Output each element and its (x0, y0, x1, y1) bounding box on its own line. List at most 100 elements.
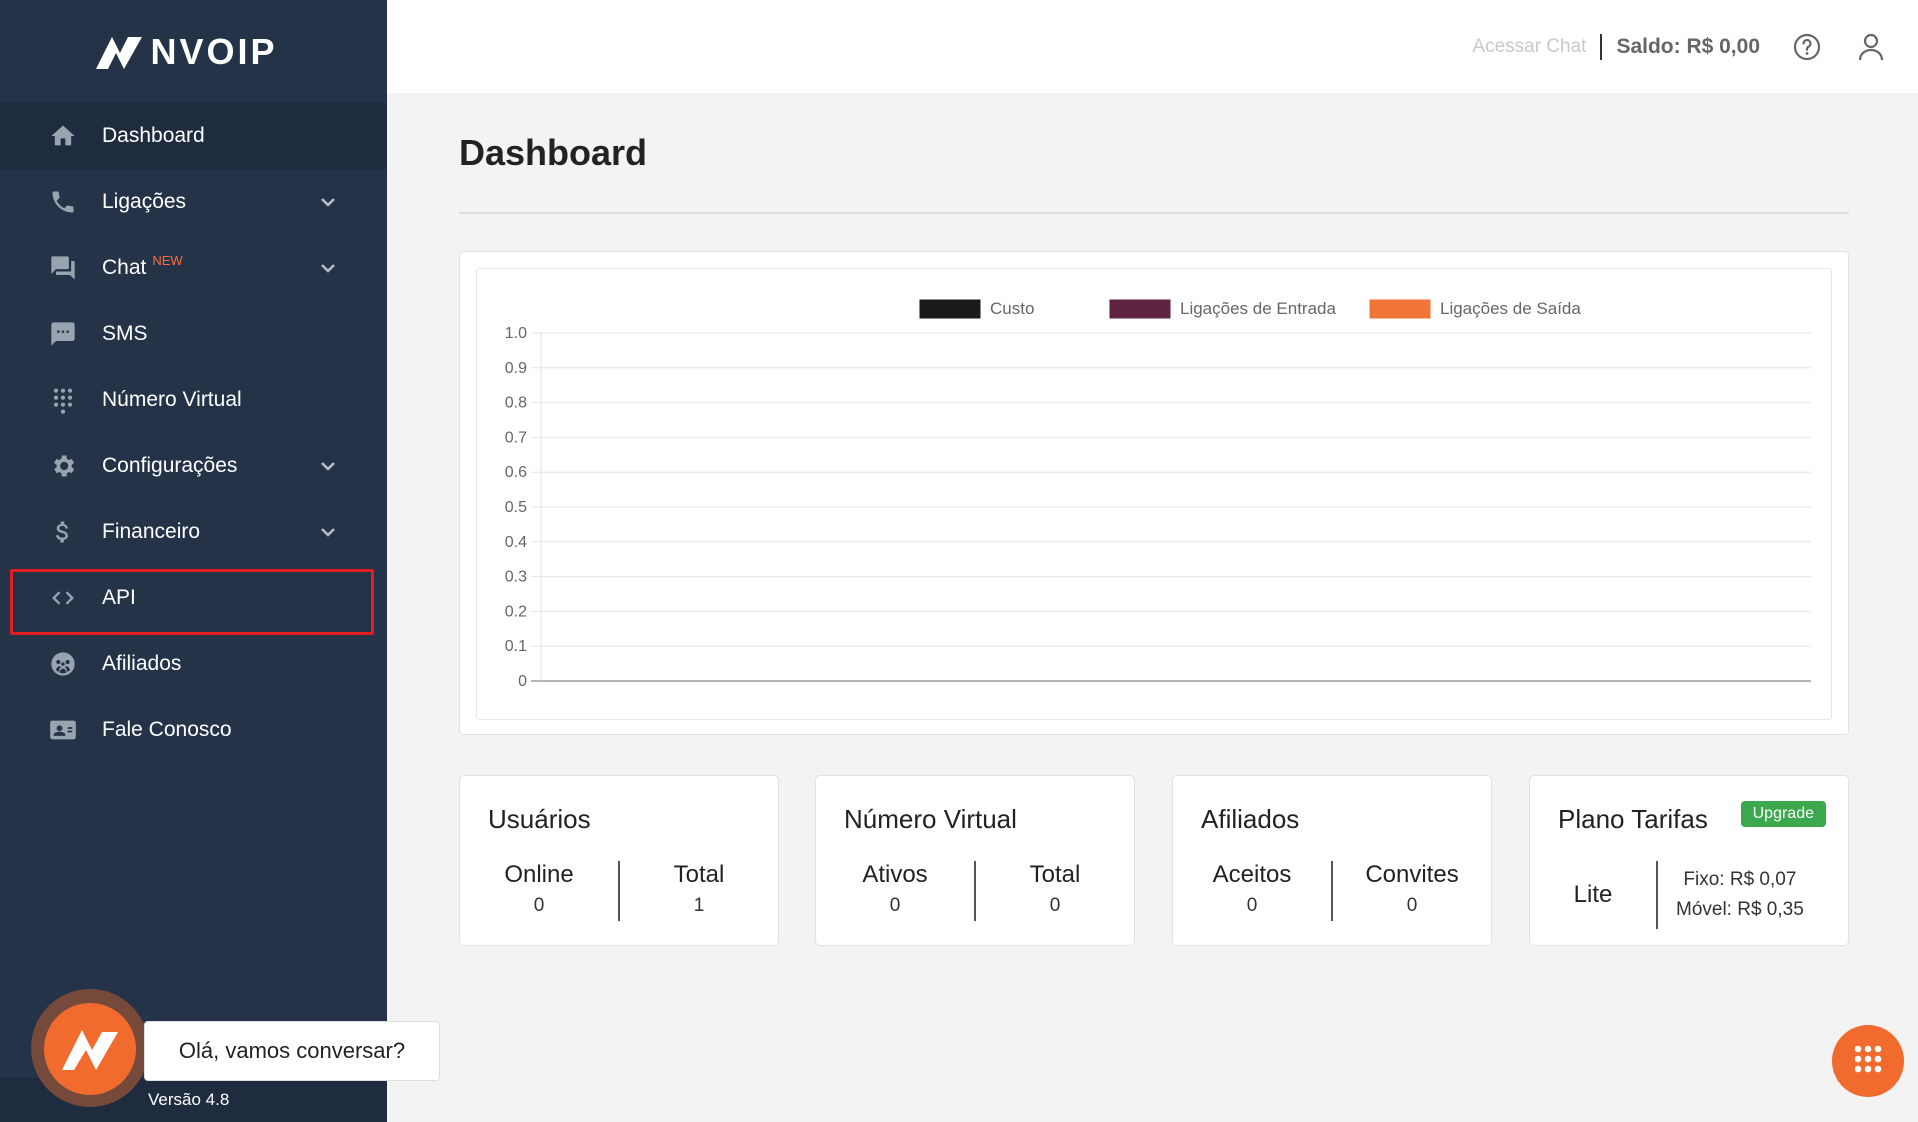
dollar-icon (48, 517, 78, 547)
sidebar-item-configuracoes[interactable]: Configurações (0, 433, 387, 499)
stat-total: Total 0 (974, 861, 1134, 921)
upgrade-button[interactable]: Upgrade (1740, 801, 1826, 827)
dialpad-icon (1854, 1045, 1882, 1073)
stat-label: Online (504, 861, 574, 888)
home-icon (48, 121, 78, 151)
y-tick-label: 0.3 (505, 569, 527, 586)
y-tick-label: 1.0 (505, 325, 527, 342)
topbar: Acessar Chat Saldo: R$ 0,00 (387, 0, 1918, 93)
brand-logo[interactable]: NVOIP (0, 0, 387, 103)
help-icon[interactable] (1790, 30, 1824, 64)
stat-value: 1 (693, 895, 705, 916)
sidebar-item-label: Financeiro (102, 520, 201, 543)
chevron-down-icon (319, 259, 337, 277)
y-tick-label: 0 (518, 673, 527, 690)
sidebar-item-dashboard[interactable]: Dashboard (0, 103, 387, 169)
sidebar-item-numero-virtual[interactable]: Número Virtual (0, 367, 387, 433)
stat-label: Aceitos (1212, 861, 1292, 888)
users-card: Usuários Online 0 Total 1 (459, 775, 779, 946)
landline-rate: Fixo: R$ 0,07 (1683, 869, 1797, 890)
legend-label: Ligações de Entrada (1180, 299, 1336, 318)
y-tick-label: 0.6 (505, 464, 527, 481)
stat-value: 0 (1049, 895, 1061, 916)
y-tick-label: 0.7 (505, 429, 527, 446)
stat-value: 0 (1406, 895, 1418, 916)
stat-label: Convites (1365, 861, 1459, 888)
chevron-down-icon (319, 193, 337, 211)
stat-convites: Convites 0 (1331, 861, 1491, 921)
sidebar-item-label: Fale Conosco (102, 718, 232, 741)
y-tick-label: 0.1 (505, 638, 527, 655)
affiliates-icon (48, 649, 78, 679)
legend-swatch (919, 299, 981, 319)
topbar-divider (1600, 33, 1603, 60)
y-tick-label: 0.9 (505, 360, 527, 377)
balance-label: Saldo: R$ 0,00 (1616, 34, 1760, 58)
gear-icon (48, 451, 78, 481)
card-title: Usuários (488, 804, 591, 834)
sidebar-item-label: API (102, 586, 136, 609)
plan-name: Lite (1573, 881, 1613, 908)
chat-launcher-button[interactable] (44, 1003, 136, 1095)
stat-value: 0 (889, 895, 901, 916)
card-title: Plano Tarifas (1558, 804, 1708, 834)
chevron-down-icon (319, 457, 337, 475)
sidebar-item-api[interactable]: API (0, 565, 387, 631)
chat-greeting-bubble[interactable]: Olá, vamos conversar? (144, 1021, 440, 1081)
code-icon (48, 583, 78, 613)
access-chat-link[interactable]: Acessar Chat (1472, 36, 1586, 58)
sidebar-item-label: Afiliados (102, 652, 182, 675)
sidebar-item-financeiro[interactable]: Financeiro (0, 499, 387, 565)
card-title: Número Virtual (844, 804, 1017, 834)
title-divider (459, 212, 1849, 214)
y-tick-label: 0.4 (505, 534, 527, 551)
stat-value: 0 (533, 895, 545, 916)
new-badge: NEW (152, 252, 183, 268)
card-title: Afiliados (1201, 804, 1300, 834)
legend-label: Ligações de Saída (1440, 299, 1581, 318)
line-chart: 1.0 0.9 0.8 0.7 0.6 0.5 0.4 0.3 0.2 0.1 0 Custo Liga… (505, 299, 1811, 690)
sidebar-item-afiliados[interactable]: Afiliados (0, 631, 387, 697)
brand-name: NVOIP (150, 30, 278, 72)
stat-label: Total (673, 861, 725, 888)
legend-swatch (1369, 299, 1431, 319)
card-stats: Online 0 Total 1 (460, 861, 778, 921)
card-stats: Ativos 0 Total 0 (816, 861, 1134, 921)
nvoip-logo-icon (96, 36, 143, 69)
sidebar-item-label: Ligações (102, 190, 187, 213)
sidebar-item-chat[interactable]: Chat NEW (0, 235, 387, 301)
stat-label: Total (1029, 861, 1081, 888)
sidebar-item-label: Configurações (102, 454, 238, 477)
sms-icon (48, 319, 78, 349)
mobile-rate: Móvel: R$ 0,35 (1676, 899, 1804, 920)
chart-panel: 1.0 0.9 0.8 0.7 0.6 0.5 0.4 0.3 0.2 0.1 0 Custo Liga… (476, 268, 1832, 720)
sidebar: NVOIP Dashboard Ligações Chat NEW SMS Nú… (0, 0, 387, 1122)
sidebar-item-fale-conosco[interactable]: Fale Conosco (0, 697, 387, 763)
chevron-down-icon (319, 523, 337, 541)
y-tick-label: 0.8 (505, 395, 527, 412)
stat-total: Total 1 (618, 861, 778, 921)
sidebar-item-ligacoes[interactable]: Ligações (0, 169, 387, 235)
version-label: Versão 4.8 (148, 1090, 230, 1109)
plan-details: Lite Fixo: R$ 0,07 Móvel: R$ 0,35 (1530, 861, 1848, 929)
sidebar-item-sms[interactable]: SMS (0, 301, 387, 367)
page-title: Dashboard (459, 132, 648, 173)
chart-card: 1.0 0.9 0.8 0.7 0.6 0.5 0.4 0.3 0.2 0.1 0 Custo Liga… (459, 251, 1849, 735)
legend-label: Custo (990, 299, 1034, 318)
stat-label: Ativos (862, 861, 928, 888)
virtual-number-card: Número Virtual Ativos 0 Total 0 (815, 775, 1135, 946)
user-profile-icon[interactable] (1854, 30, 1888, 64)
sidebar-item-label: SMS (102, 322, 148, 345)
dialpad-button[interactable] (1832, 1025, 1904, 1097)
sidebar-nav: Dashboard Ligações Chat NEW SMS Número V… (0, 103, 387, 763)
chat-icon (48, 253, 78, 283)
nvoip-chat-icon (62, 1030, 118, 1070)
affiliates-card: Afiliados Aceitos 0 Convites 0 (1172, 775, 1492, 946)
plan-rates: Fixo: R$ 0,07 Móvel: R$ 0,35 (1656, 861, 1804, 929)
legend-swatch (1109, 299, 1171, 319)
sidebar-item-label: Número Virtual (102, 388, 242, 411)
card-stats: Aceitos 0 Convites 0 (1173, 861, 1491, 921)
contact-card-icon (48, 715, 78, 745)
plan-card: Plano Tarifas Upgrade Lite Fixo: R$ 0,07… (1529, 775, 1849, 946)
phone-icon (48, 187, 78, 217)
